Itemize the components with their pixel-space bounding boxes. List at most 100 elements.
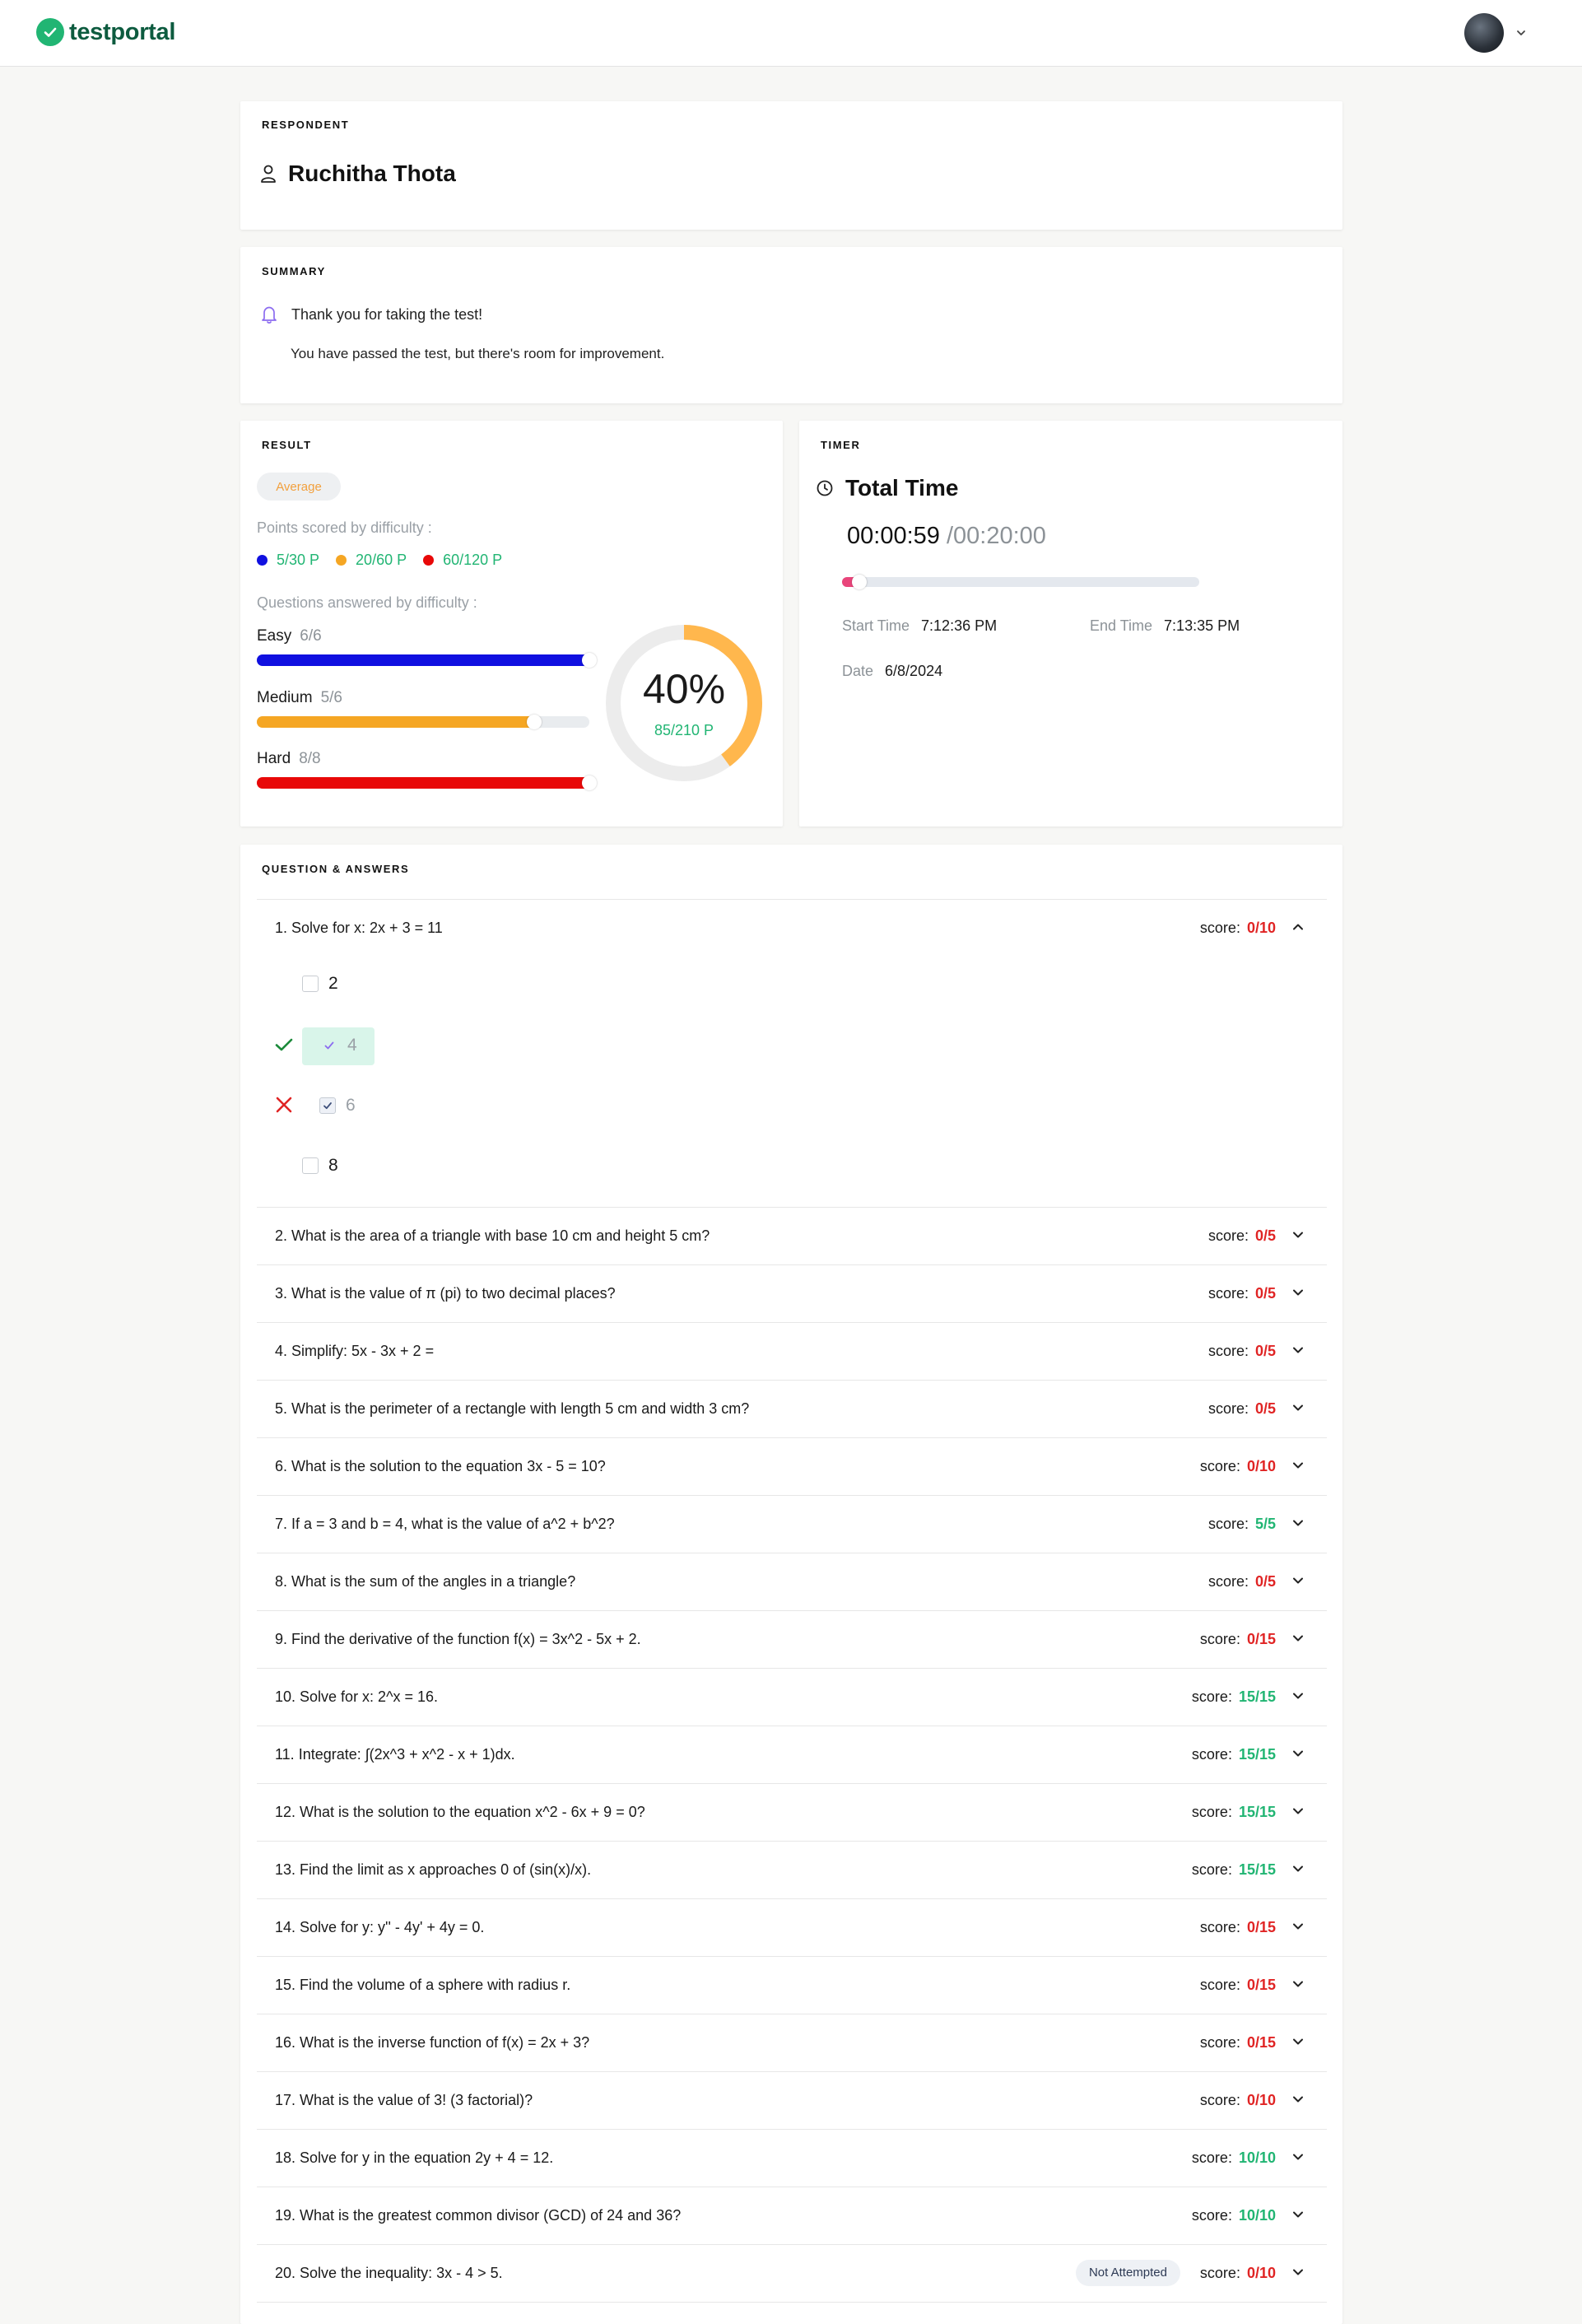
question-row[interactable]: 9. Find the derivative of the function f… xyxy=(257,1611,1327,1667)
chevron-down-icon[interactable] xyxy=(1291,1804,1305,1819)
chevron-down-icon[interactable] xyxy=(1291,1227,1305,1242)
question-text: 12. What is the solution to the equation… xyxy=(275,1804,645,1820)
chevron-down-icon[interactable] xyxy=(1291,1977,1305,1991)
timer-label: TIMER xyxy=(821,439,861,451)
chevron-down-icon[interactable] xyxy=(1291,2207,1305,2222)
chevron-down-icon[interactable] xyxy=(1291,1688,1305,1703)
answer-checkbox[interactable] xyxy=(321,1037,337,1054)
score-points: 85/210 P xyxy=(654,722,714,738)
answer-checkbox[interactable] xyxy=(302,1157,319,1174)
top-bar: testportal xyxy=(0,0,1582,67)
question-row[interactable]: 14. Solve for y: y'' - 4y' + 4y = 0. scor… xyxy=(257,1899,1327,1955)
chevron-down-icon[interactable] xyxy=(1291,1861,1305,1876)
check-icon xyxy=(324,1041,334,1050)
score-value: 15/15 xyxy=(1238,1746,1276,1763)
summary-line1: Thank you for taking the test! xyxy=(291,305,483,323)
summary-line2: You have passed the test, but there's ro… xyxy=(291,346,665,361)
score-value: 0/10 xyxy=(1246,1458,1276,1474)
score-label: score: xyxy=(1207,1400,1249,1417)
chevron-down-icon[interactable] xyxy=(1291,1400,1305,1415)
question-row[interactable]: 19. What is the greatest common divisor … xyxy=(257,2187,1327,2243)
date-label: Date xyxy=(842,663,874,679)
score-value: 0/5 xyxy=(1254,1285,1276,1302)
chevron-down-icon[interactable] xyxy=(1291,1343,1305,1358)
question-row[interactable]: 6. What is the solution to the equation … xyxy=(257,1438,1327,1494)
question-row[interactable]: 17. What is the value of 3! (3 factorial… xyxy=(257,2072,1327,2128)
answer-label: 4 xyxy=(347,1036,357,1055)
score-label: score: xyxy=(1191,1688,1232,1705)
question-text: 11. Integrate: ∫(2x^3 + x^2 - x + 1)dx. xyxy=(275,1746,515,1763)
question-text: 20. Solve the inequality: 3x - 4 > 5. xyxy=(275,2265,503,2281)
check-icon xyxy=(323,1102,332,1110)
chevron-up-icon[interactable] xyxy=(1291,920,1305,934)
chevron-down-icon[interactable] xyxy=(1291,2265,1305,2280)
chevron-down-icon[interactable] xyxy=(1515,26,1528,40)
question-row[interactable]: 5. What is the perimeter of a rectangle … xyxy=(257,1381,1327,1437)
question-row[interactable]: 2. What is the area of a triangle with b… xyxy=(257,1208,1327,1264)
question-score: score: 15/15 xyxy=(1192,1842,1276,1898)
app-name: testportal xyxy=(69,18,176,45)
chevron-down-icon[interactable] xyxy=(1291,1919,1305,1934)
start-time-value: 7:12:36 PM xyxy=(921,617,998,634)
wrong-cross-icon xyxy=(276,1097,292,1113)
question-text: 16. What is the inverse function of f(x)… xyxy=(275,2034,590,2051)
score-label: score: xyxy=(1199,1458,1240,1474)
difficulty-medium-bar xyxy=(257,715,589,729)
chevron-down-icon[interactable] xyxy=(1291,2034,1305,2049)
question-row[interactable]: 12. What is the solution to the equation… xyxy=(257,1784,1327,1840)
question-row[interactable]: 7. If a = 3 and b = 4, what is the value… xyxy=(257,1496,1327,1552)
question-score: score: 0/10 xyxy=(1200,2245,1276,2301)
chevron-down-icon[interactable] xyxy=(1291,1516,1305,1530)
question-score: score: 0/15 xyxy=(1200,1899,1276,1955)
question-row[interactable]: 16. What is the inverse function of f(x)… xyxy=(257,2014,1327,2070)
score-label: score: xyxy=(1191,1746,1232,1763)
question-score: score: 0/5 xyxy=(1208,1553,1276,1609)
respondent-label: RESPONDENT xyxy=(262,119,350,131)
chevron-down-icon[interactable] xyxy=(1291,1573,1305,1588)
question-row[interactable]: 11. Integrate: ∫(2x^3 + x^2 - x + 1)dx. s… xyxy=(257,1726,1327,1782)
chevron-down-icon[interactable] xyxy=(1291,1631,1305,1646)
question-row[interactable]: 15. Find the volume of a sphere with rad… xyxy=(257,1957,1327,2013)
answer-option[interactable]: 8 xyxy=(302,1156,338,1176)
question-score: score: 15/15 xyxy=(1192,1669,1276,1725)
score-value: 15/15 xyxy=(1238,1804,1276,1820)
app-logo[interactable]: testportal xyxy=(36,18,175,46)
timer-progress-bar xyxy=(842,575,1199,589)
question-row[interactable]: 20. Solve the inequality: 3x - 4 > 5. Not… xyxy=(257,2245,1327,2301)
question-row[interactable]: 18. Solve for y in the equation 2y + 4 =… xyxy=(257,2130,1327,2186)
question-score: score: 0/5 xyxy=(1208,1323,1276,1379)
score-label: score: xyxy=(1191,1804,1232,1820)
answer-option[interactable]: 4 xyxy=(321,1036,357,1055)
score-label: score: xyxy=(1199,2092,1240,2108)
timer-value: 00:00:59 /00:20:00 xyxy=(847,523,1046,550)
score-value: 0/5 xyxy=(1254,1573,1276,1590)
user-avatar[interactable] xyxy=(1464,13,1504,53)
bell-icon xyxy=(262,306,277,324)
difficulty-easy-bar xyxy=(257,653,597,668)
timer-total: /00:20:00 xyxy=(946,523,1046,549)
divider xyxy=(257,2302,1327,2303)
chevron-down-icon[interactable] xyxy=(1291,1458,1305,1473)
score-value: 15/15 xyxy=(1238,1861,1276,1878)
answer-checkbox[interactable] xyxy=(319,1097,336,1114)
result-label: RESULT xyxy=(262,439,312,451)
difficulty-hard-knob xyxy=(582,775,597,790)
chevron-down-icon[interactable] xyxy=(1291,2092,1305,2107)
question-row[interactable]: 4. Simplify: 5x - 3x + 2 = score: 0/5 xyxy=(257,1323,1327,1379)
question-row[interactable]: 10. Solve for x: 2^x = 16. score: 15/15 xyxy=(257,1669,1327,1725)
chevron-down-icon[interactable] xyxy=(1291,2149,1305,2164)
question-row[interactable]: 8. What is the sum of the angles in a tr… xyxy=(257,1553,1327,1609)
points-label: Points scored by difficulty : xyxy=(257,519,432,536)
points-hard: 60/120 P xyxy=(423,552,502,569)
question-row[interactable]: 13. Find the limit as x approaches 0 of … xyxy=(257,1842,1327,1898)
user-icon xyxy=(261,165,276,183)
dot-easy xyxy=(257,555,268,566)
score-percent: 40% xyxy=(642,666,726,712)
question-row[interactable]: 3. What is the value of π (pi) to two de… xyxy=(257,1265,1327,1321)
answer-option[interactable]: 6 xyxy=(319,1096,356,1115)
answer-checkbox[interactable] xyxy=(302,976,319,992)
answer-option[interactable]: 2 xyxy=(302,974,338,994)
question-row[interactable]: 1. Solve for x: 2x + 3 = 11 score: 0/10 xyxy=(257,900,1327,956)
chevron-down-icon[interactable] xyxy=(1291,1746,1305,1761)
chevron-down-icon[interactable] xyxy=(1291,1285,1305,1300)
